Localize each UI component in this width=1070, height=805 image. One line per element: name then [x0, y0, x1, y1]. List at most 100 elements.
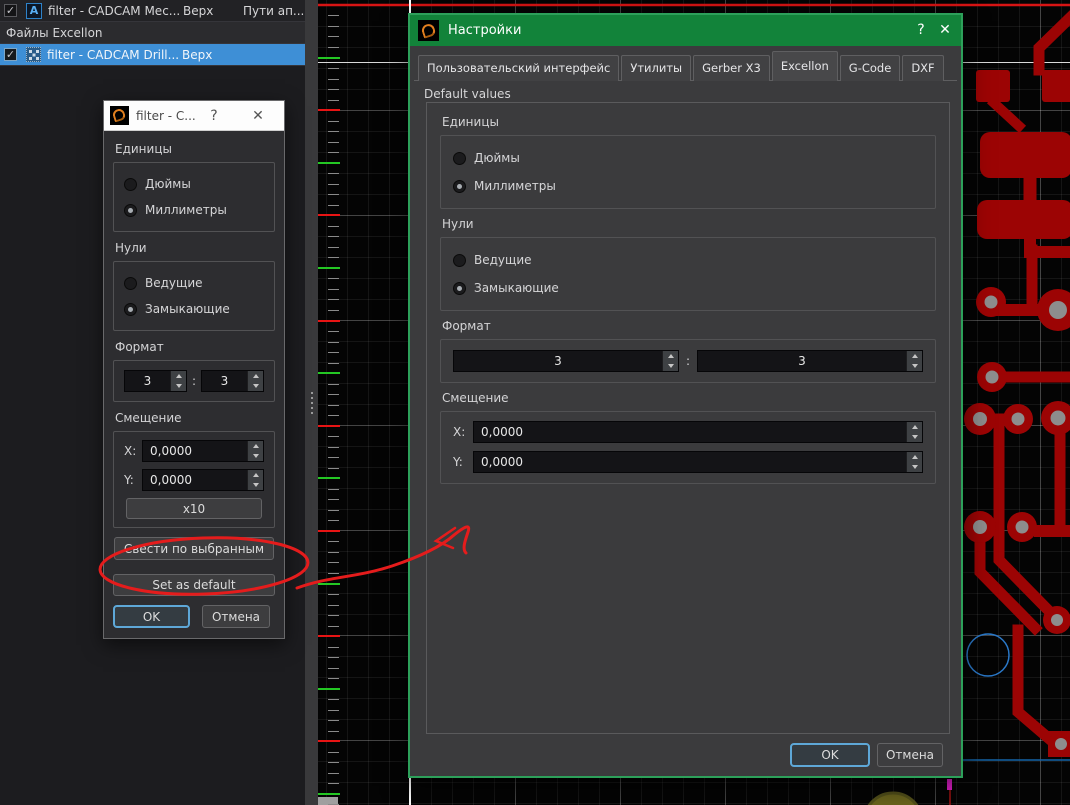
radio-button-icon[interactable] — [453, 179, 466, 193]
zeros-group: Ведущие Замыкающие — [440, 237, 936, 311]
excellon-file-row-selected[interactable]: ✓ filter - CADCAM Drill... Верх — [0, 44, 305, 66]
offset-x-spinbox[interactable]: 0,0000 — [142, 440, 264, 462]
offset-y-spinbox[interactable]: 0,0000 — [473, 450, 923, 473]
x10-button[interactable]: x10 — [126, 498, 262, 519]
checkbox-checked-icon[interactable]: ✓ — [4, 4, 17, 17]
flatcam-logo-icon — [418, 20, 439, 41]
radio-label: Ведущие — [145, 276, 203, 290]
ok-button[interactable]: OK — [113, 605, 190, 628]
tab-dxf[interactable]: DXF — [902, 55, 944, 81]
radio-button-icon[interactable] — [124, 203, 137, 217]
tab-gcode[interactable]: G-Code — [839, 55, 901, 81]
apply-to-selected-button[interactable]: Свести по выбранным — [114, 537, 274, 560]
format-decimal-spinbox[interactable]: 3 — [697, 350, 923, 372]
tab-ui[interactable]: Пользовательский интерфейс — [418, 55, 620, 81]
help-button[interactable]: ? — [204, 101, 224, 131]
radio-label: Замыкающие — [145, 302, 230, 316]
file-side[interactable]: Верх — [182, 48, 242, 62]
radio-millimeters[interactable]: Миллиметры — [453, 172, 923, 200]
set-as-default-button[interactable]: Set as default — [113, 574, 275, 596]
settings-dialog: Настройки ? ✕ Пользовательский интерфейс… — [408, 13, 963, 778]
spinner-arrows[interactable] — [170, 371, 186, 391]
drill-file-icon — [26, 47, 41, 62]
spinbox-value[interactable]: 3 — [454, 354, 662, 368]
dialog-titlebar[interactable]: Настройки ? ✕ — [410, 15, 961, 46]
radio-leading-zeros[interactable]: Ведущие — [453, 246, 923, 274]
zeros-label: Нули — [442, 217, 474, 231]
splitter-handle-dots — [311, 392, 313, 415]
spinner-arrows[interactable] — [906, 451, 922, 472]
radio-button-icon[interactable] — [124, 177, 137, 191]
spinner-arrows[interactable] — [247, 371, 263, 391]
file-name[interactable]: filter - CADCAM Drill... — [47, 48, 182, 62]
tab-excellon[interactable]: Excellon — [771, 51, 838, 81]
radio-millimeters[interactable]: Миллиметры — [124, 197, 264, 223]
format-decimal-spinbox[interactable]: 3 — [201, 370, 264, 392]
settings-tabbar: Пользовательский интерфейс Утилиты Gerbe… — [418, 51, 953, 81]
zeros-label: Нули — [115, 241, 147, 255]
spinbox-value[interactable]: 0,0000 — [143, 444, 247, 458]
format-group: 3 : 3 — [113, 360, 275, 402]
format-label: Формат — [115, 340, 164, 354]
file-name[interactable]: filter - CADCAM Mec... — [48, 4, 183, 18]
tab-utilities[interactable]: Утилиты — [621, 55, 692, 81]
radio-leading-zeros[interactable]: Ведущие — [124, 270, 264, 296]
units-label: Единицы — [442, 115, 499, 129]
offset-group: X: 0,0000 Y: 0,0000 x10 — [113, 431, 275, 528]
offset-y-label: Y: — [124, 473, 134, 487]
format-integer-spinbox[interactable]: 3 — [453, 350, 679, 372]
spinner-arrows[interactable] — [247, 441, 263, 461]
spinbox-value[interactable]: 3 — [698, 354, 906, 368]
checkbox-checked-icon[interactable]: ✓ — [4, 48, 17, 61]
radio-button-icon[interactable] — [453, 281, 466, 295]
spinbox-value[interactable]: 0,0000 — [474, 455, 906, 469]
close-icon[interactable]: ✕ — [248, 101, 268, 131]
panel-splitter[interactable] — [305, 0, 318, 805]
spinner-arrows[interactable] — [906, 351, 922, 371]
offset-y-label: Y: — [453, 454, 463, 469]
default-values-panel: Единицы Дюймы Миллиметры Нули Ведущие За… — [426, 102, 950, 734]
radio-label: Дюймы — [474, 151, 520, 165]
radio-label: Замыкающие — [474, 281, 559, 295]
spinner-arrows[interactable] — [906, 421, 922, 442]
radio-trailing-zeros[interactable]: Замыкающие — [453, 274, 923, 302]
excellon-group-row[interactable]: Файлы Excellon — [0, 22, 305, 44]
cancel-button[interactable]: Отмена — [202, 605, 270, 628]
zeros-group: Ведущие Замыкающие — [113, 261, 275, 331]
offset-group: X: 0,0000 Y: 0,0000 — [440, 411, 936, 484]
radio-button-icon[interactable] — [124, 302, 137, 316]
offset-x-spinbox[interactable]: 0,0000 — [473, 420, 923, 443]
spinbox-value[interactable]: 0,0000 — [143, 473, 247, 487]
dialog-titlebar[interactable]: filter - C... ? ✕ — [104, 101, 284, 131]
file-side[interactable]: Верх — [183, 4, 243, 18]
offset-y-spinbox[interactable]: 0,0000 — [142, 469, 264, 491]
spinbox-value[interactable]: 3 — [202, 374, 247, 388]
close-icon[interactable]: ✕ — [935, 15, 955, 46]
gerber-file-row[interactable]: ✓ A filter - CADCAM Mec... Верх Пути ап.… — [0, 0, 305, 22]
format-group: 3 : 3 — [440, 339, 936, 383]
format-integer-spinbox[interactable]: 3 — [124, 370, 187, 392]
tab-gerber-x3[interactable]: Gerber X3 — [693, 55, 770, 81]
radio-label: Ведущие — [474, 253, 532, 267]
spinbox-value[interactable]: 3 — [125, 374, 170, 388]
cancel-button[interactable]: Отмена — [877, 743, 943, 767]
file-extra-column[interactable]: Пути ап... — [243, 4, 305, 18]
radio-label: Дюймы — [145, 177, 191, 191]
offset-x-label: X: — [124, 444, 137, 458]
radio-inches[interactable]: Дюймы — [453, 144, 923, 172]
units-label: Единицы — [115, 142, 172, 156]
help-button[interactable]: ? — [911, 15, 931, 46]
spinner-arrows[interactable] — [662, 351, 678, 371]
radio-button-icon[interactable] — [124, 276, 137, 290]
offset-x-label: X: — [453, 424, 466, 439]
spinbox-value[interactable]: 0,0000 — [474, 425, 906, 439]
spinner-arrows[interactable] — [247, 470, 263, 490]
radio-button-icon[interactable] — [453, 253, 466, 267]
radio-button-icon[interactable] — [453, 151, 466, 165]
format-label: Формат — [442, 319, 491, 333]
format-separator: : — [191, 374, 197, 388]
ok-button[interactable]: OK — [790, 743, 870, 767]
radio-trailing-zeros[interactable]: Замыкающие — [124, 296, 264, 322]
dialog-title: filter - C... — [136, 108, 196, 123]
radio-inches[interactable]: Дюймы — [124, 171, 264, 197]
